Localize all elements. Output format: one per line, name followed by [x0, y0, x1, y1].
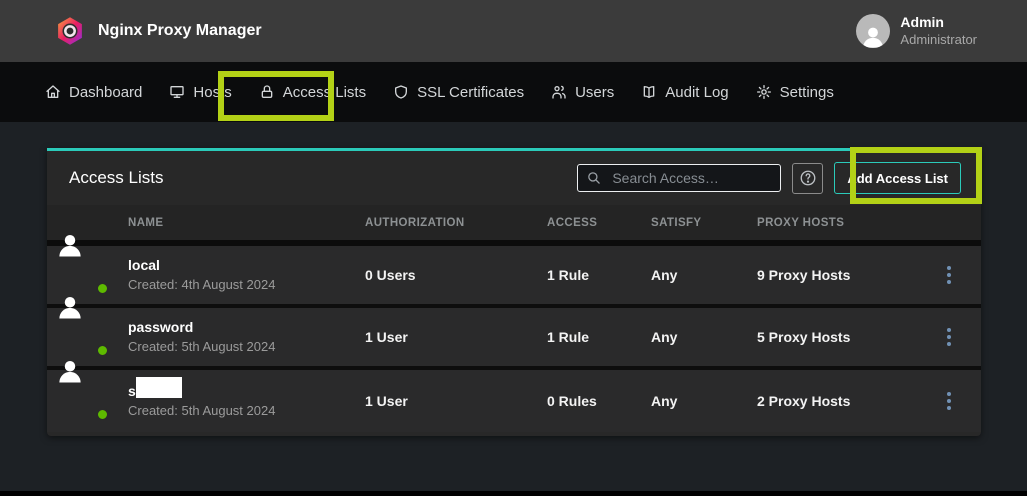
table-row[interactable]: local Created: 4th August 2024 0 Users 1… [47, 246, 981, 308]
name-cell: password Created: 5th August 2024 [128, 308, 365, 366]
main-nav: Dashboard Hosts Access Lists SSL Certifi… [0, 62, 1027, 122]
app-title: Nginx Proxy Manager [98, 22, 262, 40]
search-input[interactable] [577, 164, 781, 192]
nav-label: Access Lists [283, 84, 366, 101]
search-icon [586, 170, 601, 185]
row-avatar-wrap [70, 257, 107, 294]
lock-icon [259, 84, 275, 100]
table-row[interactable]: sn Created: 5th August 2024 1 User 0 Rul… [47, 370, 981, 432]
nav-label: Hosts [193, 84, 231, 101]
row-menu-kebab-icon[interactable] [941, 388, 957, 414]
panel-tools: Add Access List [577, 162, 961, 194]
name-cell: local Created: 4th August 2024 [128, 246, 365, 304]
authorization-cell: 0 Users [365, 267, 547, 283]
user-text: Admin Administrator [900, 14, 977, 48]
nav-item-dashboard[interactable]: Dashboard [45, 84, 142, 101]
add-access-list-button[interactable]: Add Access List [834, 162, 961, 194]
proxy-hosts-cell: 9 Proxy Hosts [757, 267, 937, 283]
access-cell: 0 Rules [547, 393, 651, 409]
satisfy-cell: Any [651, 393, 757, 409]
user-name: Admin [900, 14, 977, 32]
column-header-proxy-hosts: PROXY HOSTS [757, 217, 937, 229]
column-header-access: ACCESS [547, 217, 651, 229]
npm-hexagon-logo [55, 16, 85, 46]
access-list-name: local [128, 256, 365, 276]
row-menu-kebab-icon[interactable] [941, 262, 957, 288]
nav-item-ssl-certificates[interactable]: SSL Certificates [393, 84, 524, 101]
user-menu[interactable]: Admin Administrator [856, 14, 977, 48]
redaction-box [136, 377, 182, 398]
nav-label: SSL Certificates [417, 84, 524, 101]
access-lists-panel: Access Lists Add Access List NAME AUTHOR… [47, 148, 981, 436]
proxy-hosts-cell: 2 Proxy Hosts [757, 393, 937, 409]
created-date: Created: 5th August 2024 [128, 402, 365, 420]
nav-item-settings[interactable]: Settings [756, 84, 834, 101]
row-avatar-wrap [70, 319, 107, 356]
authorization-cell: 1 User [365, 329, 547, 345]
bottom-strip [0, 491, 1027, 496]
nav-item-users[interactable]: Users [551, 84, 614, 101]
nav-label: Users [575, 84, 614, 101]
shield-icon [393, 84, 409, 100]
help-circle-icon [799, 169, 817, 187]
nav-item-access-lists[interactable]: Access Lists [259, 84, 366, 101]
access-cell: 1 Rule [547, 329, 651, 345]
table-row[interactable]: password Created: 5th August 2024 1 User… [47, 308, 981, 370]
row-avatar-wrap [70, 383, 107, 420]
status-online-dot [96, 408, 109, 421]
nav-item-hosts[interactable]: Hosts [169, 84, 231, 101]
name-cell: sn Created: 5th August 2024 [128, 370, 365, 432]
user-role: Administrator [900, 32, 977, 48]
users-icon [551, 84, 567, 100]
status-online-dot [96, 282, 109, 295]
created-date: Created: 4th August 2024 [128, 276, 365, 294]
satisfy-cell: Any [651, 329, 757, 345]
column-header-name: NAME [128, 217, 365, 229]
gear-icon [756, 84, 772, 100]
person-icon [859, 22, 887, 48]
page-title: Access Lists [69, 168, 163, 188]
nav-label: Settings [780, 84, 834, 101]
table-header-row: NAME AUTHORIZATION ACCESS SATISFY PROXY … [47, 205, 981, 240]
panel-header: Access Lists Add Access List [47, 151, 981, 205]
nav-label: Dashboard [69, 84, 142, 101]
nav-label: Audit Log [665, 84, 728, 101]
app-header: Nginx Proxy Manager Admin Administrator [0, 0, 1027, 62]
home-icon [45, 84, 61, 100]
row-menu-kebab-icon[interactable] [941, 324, 957, 350]
monitor-icon [169, 84, 185, 100]
created-date: Created: 5th August 2024 [128, 338, 365, 356]
satisfy-cell: Any [651, 267, 757, 283]
brand: Nginx Proxy Manager [55, 16, 262, 46]
nav-item-audit-log[interactable]: Audit Log [641, 84, 728, 101]
search-box [577, 164, 781, 192]
help-button[interactable] [792, 163, 823, 194]
authorization-cell: 1 User [365, 393, 547, 409]
access-cell: 1 Rule [547, 267, 651, 283]
proxy-hosts-cell: 5 Proxy Hosts [757, 329, 937, 345]
column-header-satisfy: SATISFY [651, 217, 757, 229]
user-avatar [856, 14, 890, 48]
book-icon [641, 84, 657, 100]
access-list-name: password [128, 318, 365, 338]
table-body: local Created: 4th August 2024 0 Users 1… [47, 240, 981, 432]
status-online-dot [96, 344, 109, 357]
column-header-authorization: AUTHORIZATION [365, 217, 547, 229]
